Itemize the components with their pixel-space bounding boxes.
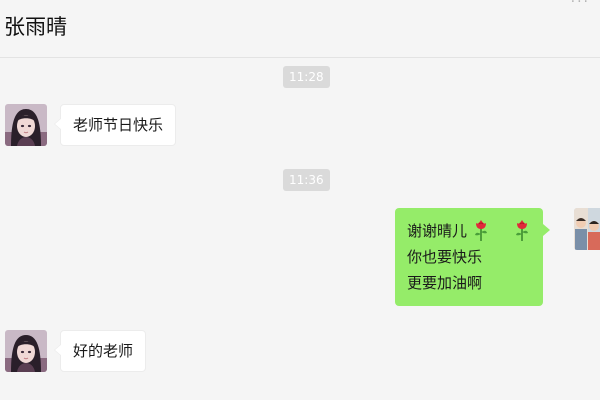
more-options-icon[interactable]: ··· xyxy=(571,0,590,10)
contact-name-title[interactable]: 张雨晴 xyxy=(4,12,67,42)
chat-header: 张雨晴 ··· xyxy=(0,0,600,58)
group-photo-avatar-icon xyxy=(574,208,600,250)
message-line: 谢谢晴儿 xyxy=(407,218,531,244)
incoming-message-bubble[interactable]: 好的老师 xyxy=(53,330,147,372)
girl-portrait-avatar-icon xyxy=(5,104,47,146)
message-line: 更要加油啊 xyxy=(407,274,483,292)
incoming-message-bubble[interactable]: 老师节日快乐 xyxy=(53,104,177,146)
contact-avatar[interactable] xyxy=(5,104,47,146)
rose-emoji-icon xyxy=(472,219,490,241)
message-line: 你也要快乐 xyxy=(407,248,483,266)
girl-portrait-avatar-icon xyxy=(5,330,47,372)
message-text: 老师节日快乐 xyxy=(73,116,164,134)
timestamp: 11:36 xyxy=(283,169,330,191)
contact-avatar[interactable] xyxy=(5,330,47,372)
message-text: 谢谢晴儿 xyxy=(407,222,468,240)
timestamp: 11:28 xyxy=(283,66,330,88)
message-text: 好的老师 xyxy=(73,342,134,360)
rose-emoji-icon xyxy=(513,219,531,241)
self-avatar[interactable] xyxy=(574,208,600,250)
message-list[interactable]: 11:28 老师节日快乐 11:36 谢谢晴儿 你也要快乐 更要加油啊 好的老师 xyxy=(0,58,600,400)
outgoing-message-bubble[interactable]: 谢谢晴儿 你也要快乐 更要加油啊 xyxy=(395,208,551,306)
